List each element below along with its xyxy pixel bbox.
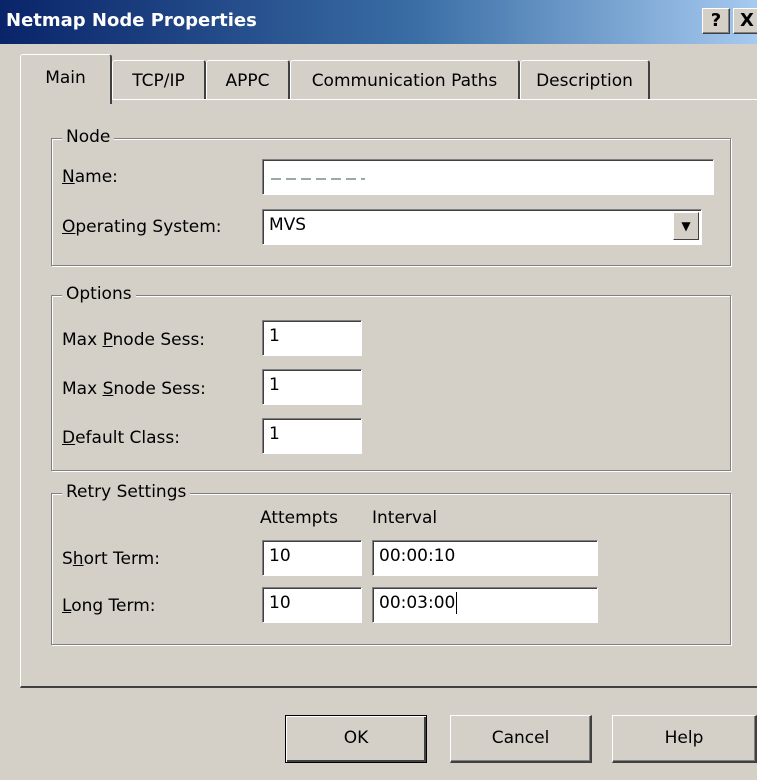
name-label: Name: [62, 167, 118, 187]
max-snode-sess-label: Max Snode Sess: [62, 379, 206, 399]
default-class-field[interactable]: 1 [262, 418, 362, 454]
options-group-label: Options [62, 284, 136, 304]
attempts-header: Attempts [260, 508, 338, 528]
name-field-obscured-text [271, 178, 365, 180]
help-button[interactable]: Help [612, 715, 757, 763]
node-group: Node Name: Operating System: MVS ▼ [51, 127, 731, 266]
tab-appc-label: APPC [225, 71, 270, 91]
operating-system-value: MVS [269, 215, 307, 235]
long-term-label: Long Term: [62, 596, 156, 616]
name-field[interactable] [262, 159, 714, 195]
tab-communication-paths-label: Communication Paths [311, 71, 498, 91]
chevron-down-icon[interactable]: ▼ [673, 212, 699, 240]
long-term-attempts-field[interactable]: 10 [262, 587, 362, 623]
tab-description-label: Description [536, 71, 633, 91]
short-term-attempts-field[interactable]: 10 [262, 540, 362, 576]
main-tab-panel: Node Name: Operating System: MVS ▼ Optio… [20, 99, 757, 688]
cancel-button[interactable]: Cancel [450, 715, 592, 763]
ok-button[interactable]: OK [285, 715, 427, 763]
window-title: Netmap Node Properties [6, 10, 257, 31]
interval-header: Interval [372, 508, 438, 528]
tab-tcpip[interactable]: TCP/IP [112, 60, 206, 100]
max-snode-sess-field[interactable]: 1 [262, 369, 362, 405]
max-pnode-sess-field[interactable]: 1 [262, 320, 362, 356]
short-term-interval-field[interactable]: 00:00:10 [372, 540, 598, 576]
tab-appc[interactable]: APPC [206, 60, 290, 100]
long-term-interval-field[interactable]: 00:03:00 [372, 587, 598, 623]
node-group-label: Node [62, 127, 115, 147]
operating-system-label: Operating System: [62, 217, 222, 237]
retry-settings-group-label: Retry Settings [62, 482, 191, 502]
tab-main[interactable]: Main [20, 54, 112, 104]
short-term-label: Short Term: [62, 549, 160, 569]
max-pnode-sess-label: Max Pnode Sess: [62, 330, 206, 350]
close-icon[interactable]: X [733, 8, 757, 34]
default-class-label: Default Class: [62, 428, 180, 448]
retry-settings-group: Retry Settings Attempts Interval Short T… [51, 482, 731, 645]
tab-communication-paths[interactable]: Communication Paths [290, 60, 520, 100]
tab-description[interactable]: Description [520, 60, 650, 100]
options-group: Options Max Pnode Sess: 1 Max Snode Sess… [51, 284, 731, 471]
text-cursor [456, 592, 458, 614]
tab-main-label: Main [45, 68, 86, 88]
operating-system-select[interactable]: MVS ▼ [262, 209, 702, 245]
title-bar: Netmap Node Properties ? X [0, 0, 757, 44]
tab-tcpip-label: TCP/IP [132, 71, 185, 91]
help-icon[interactable]: ? [702, 8, 730, 34]
